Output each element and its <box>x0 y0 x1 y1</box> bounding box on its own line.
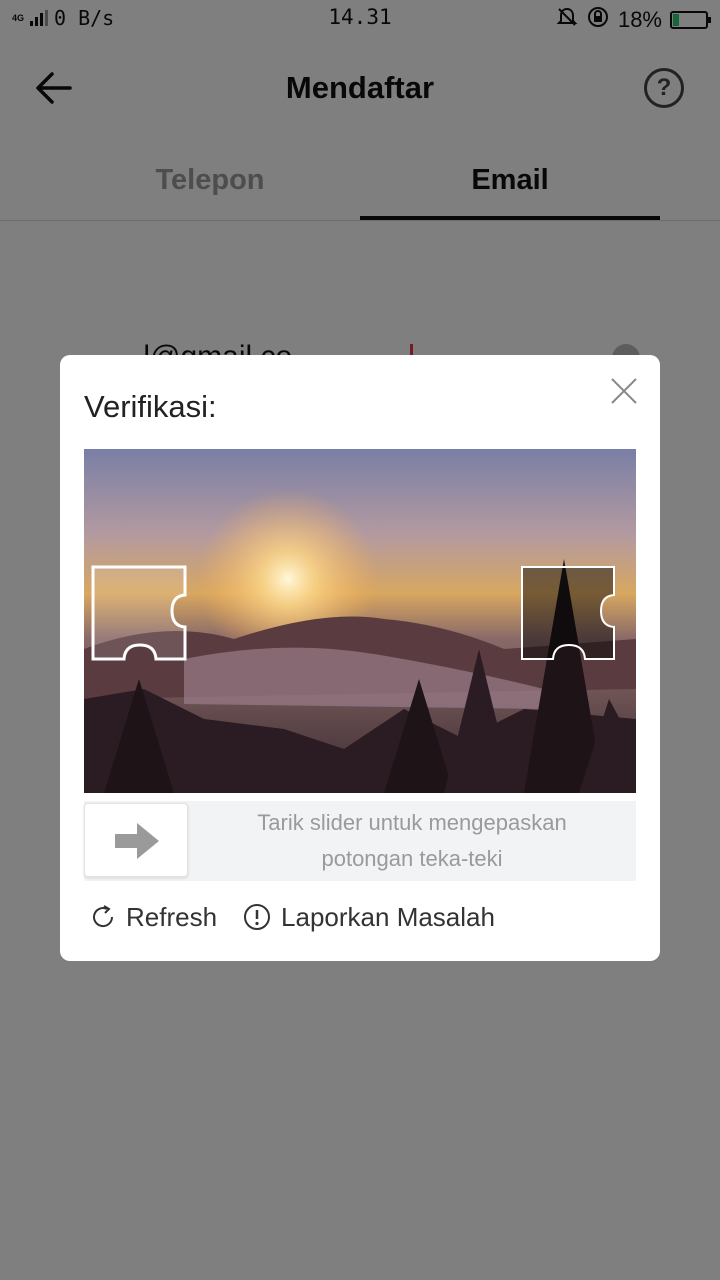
refresh-button[interactable]: Refresh <box>90 902 217 933</box>
refresh-icon <box>93 905 114 928</box>
close-icon[interactable] <box>608 375 640 407</box>
report-problem-button[interactable]: Laporkan Masalah <box>243 902 495 933</box>
slider-handle[interactable] <box>84 803 188 877</box>
alert-circle-icon <box>244 904 271 930</box>
report-label: Laporkan Masalah <box>281 901 495 932</box>
slider-hint: Tarik slider untuk mengepaskan potongan … <box>257 810 567 871</box>
puzzle-image <box>84 449 636 793</box>
slider-track[interactable]: Tarik slider untuk mengepaskan potongan … <box>84 801 636 881</box>
refresh-label: Refresh <box>126 901 218 932</box>
verification-modal: Verifikasi: Tarik slider untuk mengepask… <box>60 355 660 961</box>
arrow-right-icon <box>115 823 159 859</box>
modal-actions: Refresh Laporkan Masalah <box>90 899 521 935</box>
modal-title: Verifikasi: <box>84 389 217 424</box>
